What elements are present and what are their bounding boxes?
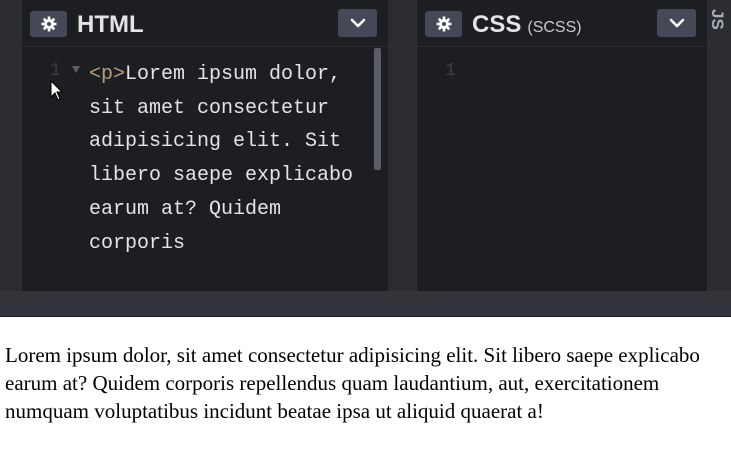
chevron-down-icon <box>350 18 365 28</box>
html-settings-button[interactable] <box>30 11 67 37</box>
css-panel-title: CSS (SCSS) <box>472 12 582 41</box>
fold-arrow-icon[interactable] <box>72 66 80 73</box>
html-tag: <p> <box>89 63 126 86</box>
editor-area: HTML 1 <p>Lorem ipsum dolor, sit amet co… <box>0 0 731 291</box>
chevron-down-icon <box>669 18 684 28</box>
html-code-content: Lorem ipsum dolor, sit amet consectetur … <box>89 63 366 255</box>
gear-icon <box>436 16 451 32</box>
line-number: 1 <box>445 61 456 81</box>
gear-icon <box>41 16 56 32</box>
editor-preview-resize-bar[interactable] <box>0 291 731 317</box>
html-panel-title: HTML <box>77 11 144 38</box>
line-number: 1 <box>50 61 61 81</box>
js-panel-title[interactable]: JS <box>707 9 727 30</box>
css-preprocessor-label: (SCSS) <box>527 19 582 36</box>
html-editor-panel: HTML 1 <p>Lorem ipsum dolor, sit amet co… <box>22 0 388 291</box>
left-resize-gutter[interactable] <box>0 0 22 291</box>
css-editor-panel: CSS (SCSS) 1 <box>417 0 707 291</box>
mouse-cursor-icon <box>50 80 64 101</box>
panel-resize-divider[interactable] <box>388 0 417 291</box>
css-title-text: CSS <box>472 11 522 38</box>
css-settings-button[interactable] <box>425 11 462 37</box>
html-code-editor[interactable]: 1 <p>Lorem ipsum dolor, sit amet consect… <box>22 52 388 291</box>
html-code-text[interactable]: <p>Lorem ipsum dolor, sit amet consectet… <box>89 58 379 260</box>
css-code-editor[interactable]: 1 <box>417 52 707 291</box>
html-scrollbar[interactable] <box>374 48 381 170</box>
preview-pane: Lorem ipsum dolor, sit amet consectetur … <box>0 317 731 470</box>
html-panel-header: HTML <box>22 0 388 47</box>
js-panel-collapsed[interactable] <box>707 0 731 291</box>
css-collapse-button[interactable] <box>657 9 696 37</box>
preview-paragraph: Lorem ipsum dolor, sit amet consectetur … <box>5 343 700 424</box>
html-collapse-button[interactable] <box>338 9 377 37</box>
css-panel-header: CSS (SCSS) <box>417 0 707 47</box>
